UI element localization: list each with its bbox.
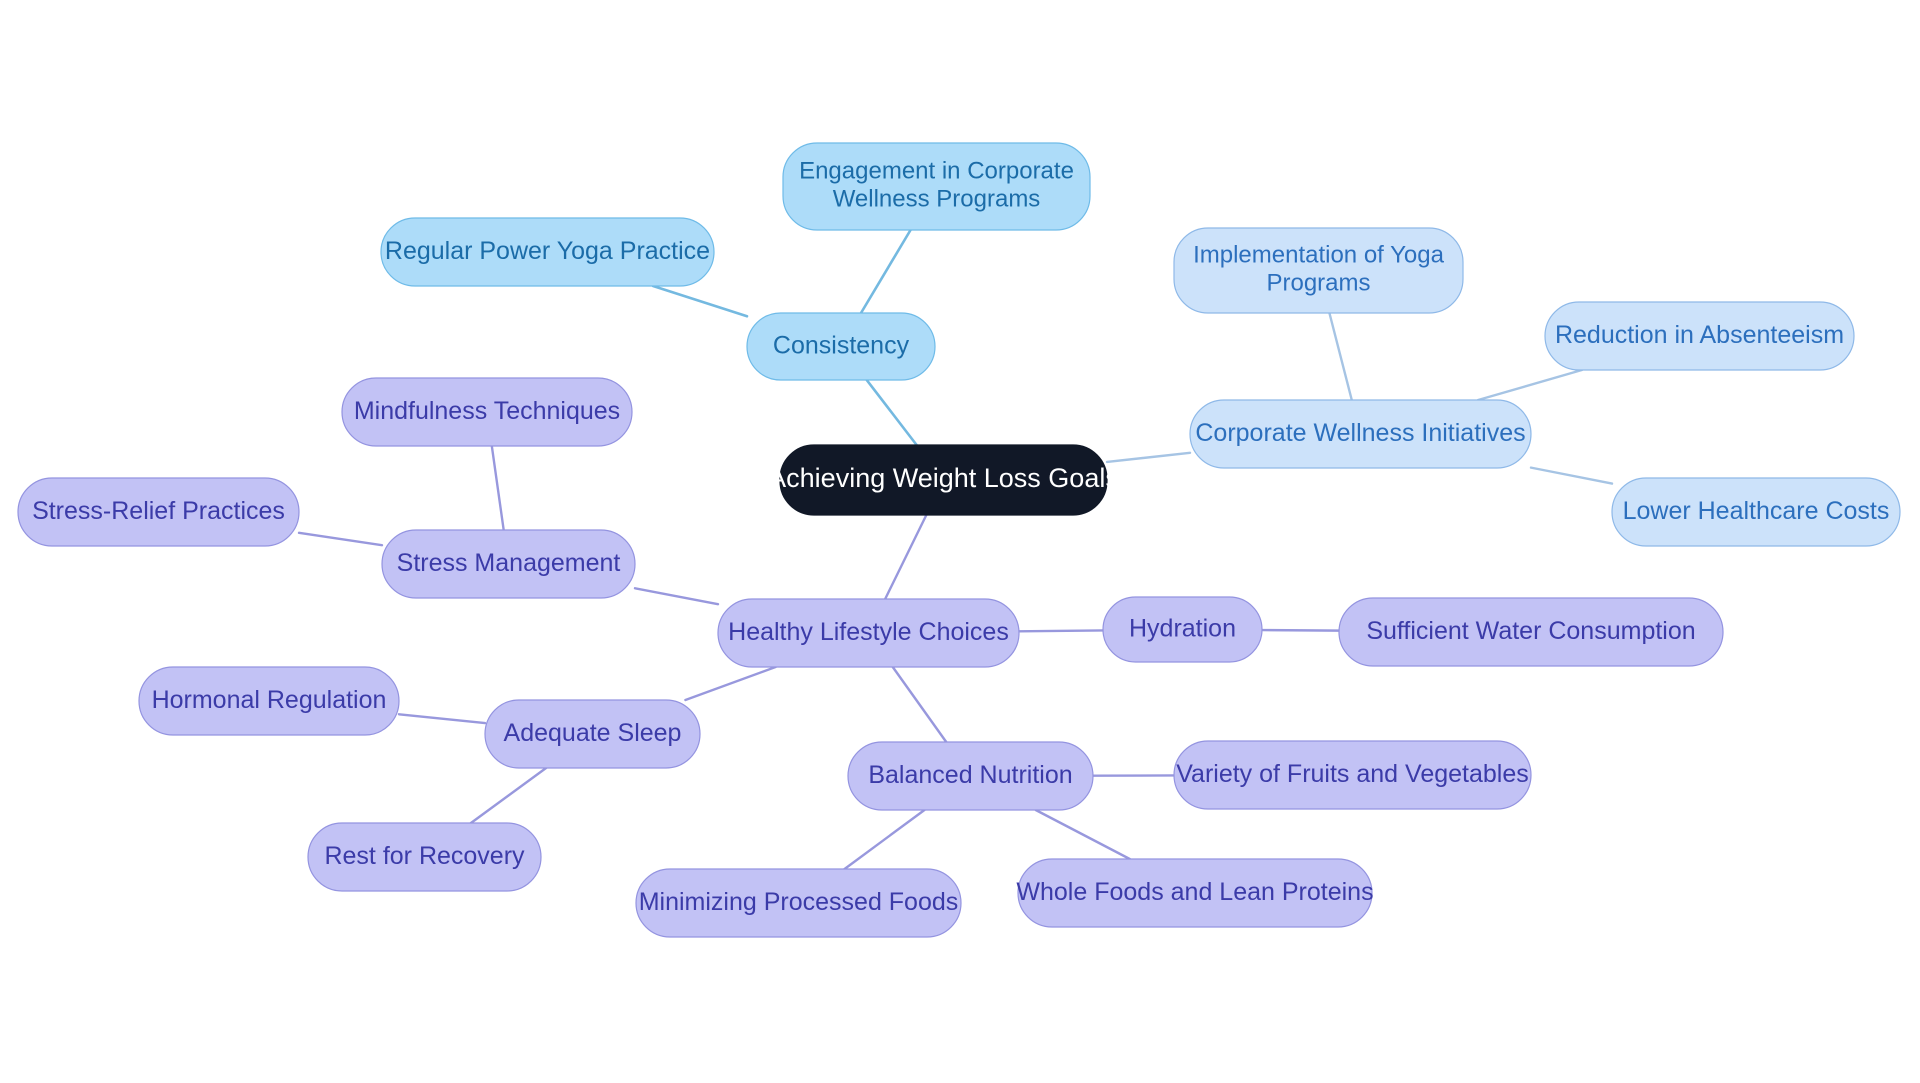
node-label: Stress-Relief Practices bbox=[32, 497, 285, 525]
mindmap-node-corporate-wellness-initiatives[interactable]: Corporate Wellness Initiatives bbox=[1189, 399, 1532, 469]
mindmap-node-engagement-corporate-wellness[interactable]: Engagement in Corporate Wellness Programs bbox=[782, 142, 1091, 231]
mindmap-node-stress-relief-practices[interactable]: Stress-Relief Practices bbox=[17, 477, 300, 547]
mindmap-node-hydration[interactable]: Hydration bbox=[1102, 596, 1263, 663]
mindmap-edge bbox=[1017, 629, 1105, 633]
node-label: Variety of Fruits and Vegetables bbox=[1176, 760, 1529, 788]
mindmap-edge bbox=[859, 228, 912, 315]
node-label: Corporate Wellness Initiatives bbox=[1195, 419, 1525, 447]
mindmap-edge bbox=[490, 444, 505, 532]
mindmap-node-regular-power-yoga[interactable]: Regular Power Yoga Practice bbox=[380, 217, 715, 287]
mindmap-node-hormonal-regulation[interactable]: Hormonal Regulation bbox=[138, 666, 400, 736]
node-layer: Achieving Weight Loss Goals Consistency En… bbox=[17, 142, 1901, 938]
mindmap-edge bbox=[1034, 808, 1131, 861]
mindmap-edge bbox=[883, 513, 928, 601]
mindmap-node-sufficient-water-consumption[interactable]: Sufficient Water Consumption bbox=[1338, 597, 1724, 667]
node-label: Engagement in Corporate Wellness Programs bbox=[799, 158, 1074, 213]
mindmap-node-reduction-absenteeism[interactable]: Reduction in Absenteeism bbox=[1544, 301, 1855, 371]
mindmap-edge bbox=[1529, 466, 1614, 485]
mindmap-edge bbox=[1105, 451, 1192, 464]
node-label: Whole Foods and Lean Proteins bbox=[1016, 878, 1373, 906]
mindmap-node-whole-foods-lean-proteins[interactable]: Whole Foods and Lean Proteins bbox=[1016, 858, 1374, 928]
node-label: Lower Healthcare Costs bbox=[1623, 497, 1890, 525]
node-label: Hydration bbox=[1129, 614, 1236, 642]
mindmap-node-rest-for-recovery[interactable]: Rest for Recovery bbox=[307, 822, 542, 892]
node-label: Rest for Recovery bbox=[324, 842, 525, 870]
node-label: Mindfulness Techniques bbox=[354, 397, 620, 425]
mindmap-node-minimizing-processed-foods[interactable]: Minimizing Processed Foods bbox=[635, 868, 962, 938]
mindmap-edge bbox=[297, 531, 384, 547]
node-label: Regular Power Yoga Practice bbox=[385, 237, 710, 265]
mindmap-edge bbox=[397, 713, 487, 725]
node-label: Healthy Lifestyle Choices bbox=[728, 618, 1009, 646]
mindmap-edge bbox=[1328, 311, 1353, 402]
mindmap-edge bbox=[865, 378, 918, 447]
mindmap-edge bbox=[633, 587, 720, 606]
mindmap-node-variety-fruits-vegetables[interactable]: Variety of Fruits and Vegetables bbox=[1173, 740, 1532, 810]
node-label: Consistency bbox=[773, 331, 910, 359]
node-label: Adequate Sleep bbox=[504, 719, 682, 747]
mindmap-edge bbox=[684, 665, 777, 702]
mindmap-node-lower-healthcare-costs[interactable]: Lower Healthcare Costs bbox=[1611, 477, 1901, 547]
mindmap-edge bbox=[1260, 628, 1341, 632]
node-label: Hormonal Regulation bbox=[152, 686, 387, 714]
node-label: Reduction in Absenteeism bbox=[1555, 321, 1844, 349]
mindmap-node-root[interactable]: Achieving Weight Loss Goals bbox=[768, 444, 1119, 516]
mindmap-node-adequate-sleep[interactable]: Adequate Sleep bbox=[484, 699, 701, 769]
node-label: Sufficient Water Consumption bbox=[1366, 617, 1695, 645]
node-label: Minimizing Processed Foods bbox=[639, 888, 959, 916]
node-label: Achieving Weight Loss Goals bbox=[768, 463, 1119, 493]
mindmap-node-implementation-yoga-programs[interactable]: Implementation of Yoga Programs bbox=[1173, 227, 1464, 314]
mindmap-node-stress-management[interactable]: Stress Management bbox=[381, 529, 636, 599]
mindmap-edge bbox=[891, 665, 948, 744]
mindmap-edge bbox=[469, 766, 548, 825]
node-label: Stress Management bbox=[397, 549, 621, 577]
mindmap-node-healthy-lifestyle-choices[interactable]: Healthy Lifestyle Choices bbox=[717, 598, 1020, 668]
mindmap-node-balanced-nutrition[interactable]: Balanced Nutrition bbox=[847, 741, 1094, 811]
mindmap-node-mindfulness-techniques[interactable]: Mindfulness Techniques bbox=[341, 377, 633, 447]
mindmap-node-consistency[interactable]: Consistency bbox=[746, 312, 936, 381]
node-label: Balanced Nutrition bbox=[868, 761, 1072, 789]
mindmap-edge bbox=[1476, 368, 1584, 402]
mindmap-edge bbox=[651, 284, 749, 318]
mindmap-edge bbox=[843, 808, 926, 871]
mindmap-canvas: Achieving Weight Loss Goals Consistency En… bbox=[0, 0, 1920, 1083]
